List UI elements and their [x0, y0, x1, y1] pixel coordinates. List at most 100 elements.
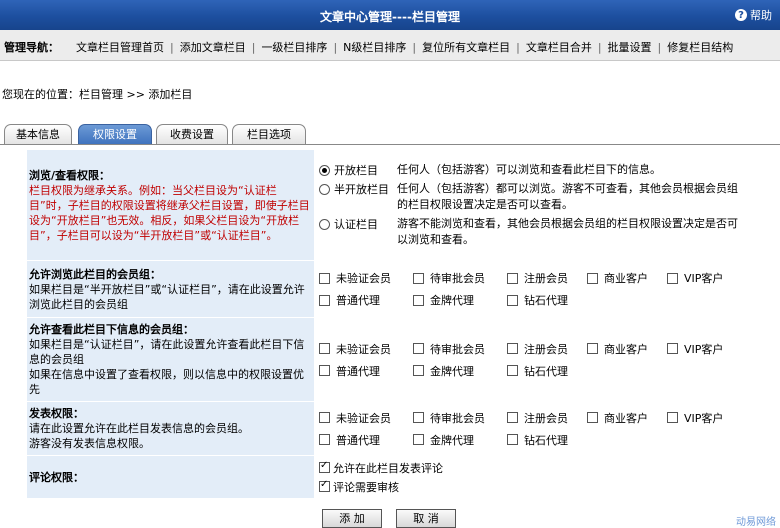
checkbox-gold-agent[interactable]: 金牌代理: [413, 292, 507, 308]
checkbox-diamond-agent[interactable]: 钻石代理: [507, 432, 587, 448]
checkbox-label: 未验证会员: [336, 272, 391, 285]
tab-divider: [0, 144, 780, 145]
tab-basic-info[interactable]: 基本信息: [4, 124, 72, 144]
checkbox-gold-agent[interactable]: 金牌代理: [413, 363, 507, 379]
browse-groups-desc: 如果栏目是“半开放栏目”或“认证栏目”，请在此设置允许浏览此栏目的会员组: [29, 282, 305, 311]
checkbox-label: 评论需要审核: [333, 480, 399, 494]
checkbox-box: [667, 412, 678, 423]
checkbox-box: [319, 460, 330, 473]
browse-groups-checkboxes: 未验证会员 待审批会员 注册会员 商业客户 VIP客户 普通代理 金牌代理 钻石…: [314, 260, 752, 318]
form-row-browse-groups: 允许浏览此栏目的会员组： 如果栏目是“半开放栏目”或“认证栏目”，请在此设置允许…: [26, 260, 752, 318]
view-permission-label-cell: 浏览/查看权限： 栏目权限为继承关系。例如：当父栏目设为“认证栏目”时，子栏目的…: [26, 149, 315, 261]
checkbox-vip-customer[interactable]: VIP客户: [667, 270, 747, 286]
checkbox-regular-agent[interactable]: 普通代理: [319, 363, 413, 379]
checkbox-box: [507, 412, 518, 423]
checkbox-pending-member[interactable]: 待审批会员: [413, 341, 507, 357]
checkbox-gold-agent[interactable]: 金牌代理: [413, 432, 507, 448]
nav-separator: |: [251, 41, 256, 54]
checkbox-box: [319, 294, 330, 306]
post-groups-checkboxes: 未验证会员 待审批会员 注册会员 商业客户 VIP客户 普通代理 金牌代理 钻石…: [314, 401, 752, 456]
checkbox-label: 钻石代理: [524, 433, 568, 447]
nav-separator: |: [597, 41, 602, 54]
checkbox-box: [319, 343, 330, 354]
post-groups-label-cell: 发表权限： 请在此设置允许在此栏目发表信息的会员组。 游客没有发表信息权限。: [26, 401, 315, 456]
radio-open-column[interactable]: [319, 164, 330, 176]
view-groups-label-cell: 允许查看此栏目下信息的会员组： 如果栏目是“认证栏目”，请在此设置允许查看此栏目…: [26, 317, 315, 402]
checkbox-pending-member[interactable]: 待审批会员: [413, 270, 507, 286]
tab-bar: 基本信息 权限设置 收费设置 栏目选项: [0, 124, 780, 144]
checkbox-label: 未验证会员: [336, 342, 391, 356]
view-groups-title: 允许查看此栏目下信息的会员组：: [29, 323, 194, 336]
nav-link-merge[interactable]: 文章栏目合并: [526, 41, 592, 54]
watermark: 动易网络: [736, 517, 776, 528]
checkbox-business-customer[interactable]: 商业客户: [587, 270, 667, 286]
breadcrumb: 您现在的位置：栏目管理 >> 添加栏目: [2, 88, 193, 101]
checkbox-unverified-member[interactable]: 未验证会员: [319, 270, 413, 286]
checkbox-box: [413, 272, 424, 284]
nav-link-home[interactable]: 文章栏目管理首页: [76, 41, 164, 54]
nav-link-add-column[interactable]: 添加文章栏目: [180, 41, 246, 54]
add-button[interactable]: 添 加: [322, 509, 382, 528]
checkbox-label: 普通代理: [336, 433, 380, 447]
checkbox-registered-member[interactable]: 注册会员: [507, 270, 587, 286]
checkbox-unverified-member[interactable]: 未验证会员: [319, 341, 413, 357]
checkbox-regular-agent[interactable]: 普通代理: [319, 292, 413, 308]
radio-certified-column-label: 认证栏目: [334, 218, 378, 231]
checkbox-box: [507, 434, 518, 445]
checkbox-unverified-member[interactable]: 未验证会员: [319, 410, 413, 426]
checkbox-vip-customer[interactable]: VIP客户: [667, 341, 747, 357]
radio-certified-column[interactable]: [319, 218, 330, 230]
help-icon: ?: [735, 9, 747, 21]
tab-column-options[interactable]: 栏目选项: [232, 124, 306, 144]
view-groups-desc2: 如果在信息中设置了查看权限，则以信息中的权限设置优先: [29, 368, 304, 396]
checkbox-vip-customer[interactable]: VIP客户: [667, 410, 747, 426]
option-semi-open-column: 半开放栏目 任何人（包括游客）都可以浏览。游客不可查看，其他会员根据会员组的栏目…: [319, 181, 747, 213]
checkbox-box: [413, 434, 424, 445]
checkbox-box: [507, 272, 518, 284]
form-row-comment-permission: 评论权限： 允许在此栏目发表评论 评论需要审核: [26, 455, 752, 499]
checkbox-box: [413, 343, 424, 354]
nav-link-top-sort[interactable]: 一级栏目排序: [261, 41, 327, 54]
nav-separator: |: [657, 41, 662, 54]
checkbox-label: 钻石代理: [524, 364, 568, 378]
checkbox-label: 商业客户: [604, 411, 648, 425]
radio-open-column-label: 开放栏目: [334, 164, 378, 177]
form-row-post-groups: 发表权限： 请在此设置允许在此栏目发表信息的会员组。 游客没有发表信息权限。 未…: [26, 401, 752, 456]
checkbox-box: [319, 479, 330, 492]
checkbox-label: 钻石代理: [524, 294, 568, 307]
post-groups-title: 发表权限：: [29, 407, 84, 420]
cancel-button[interactable]: 取 消: [396, 509, 456, 528]
tab-permissions[interactable]: 权限设置: [78, 124, 152, 144]
checkbox-comments-need-review[interactable]: 评论需要审核: [319, 479, 399, 495]
view-permission-title: 浏览/查看权限：: [29, 168, 111, 182]
checkbox-box: [413, 412, 424, 423]
checkbox-diamond-agent[interactable]: 钻石代理: [507, 292, 587, 308]
checkbox-label: VIP客户: [684, 272, 724, 285]
checkbox-label: 商业客户: [604, 272, 648, 285]
checkbox-label: 普通代理: [336, 364, 380, 378]
checkbox-business-customer[interactable]: 商业客户: [587, 341, 667, 357]
help-link[interactable]: ? 帮助: [735, 7, 772, 23]
checkbox-pending-member[interactable]: 待审批会员: [413, 410, 507, 426]
nav-separator: |: [412, 41, 417, 54]
post-groups-desc: 请在此设置允许在此栏目发表信息的会员组。: [29, 422, 249, 435]
tab-fees[interactable]: 收费设置: [156, 124, 228, 144]
checkbox-diamond-agent[interactable]: 钻石代理: [507, 363, 587, 379]
nav-separator: |: [333, 41, 338, 54]
checkbox-label: 普通代理: [336, 294, 380, 307]
open-column-desc: 任何人（包括游客）可以浏览和查看此栏目下的信息。: [397, 163, 661, 176]
checkbox-label: 注册会员: [524, 411, 568, 425]
checkbox-label: 注册会员: [524, 272, 568, 285]
nav-link-repair[interactable]: 修复栏目结构: [667, 41, 733, 54]
checkbox-registered-member[interactable]: 注册会员: [507, 341, 587, 357]
checkbox-registered-member[interactable]: 注册会员: [507, 410, 587, 426]
checkbox-allow-comments[interactable]: 允许在此栏目发表评论: [319, 460, 443, 476]
checkbox-regular-agent[interactable]: 普通代理: [319, 432, 413, 448]
checkbox-business-customer[interactable]: 商业客户: [587, 410, 667, 426]
nav-link-reset[interactable]: 复位所有文章栏目: [422, 41, 510, 54]
nav-link-n-sort[interactable]: N级栏目排序: [343, 41, 406, 54]
nav-link-batch[interactable]: 批量设置: [608, 41, 652, 54]
radio-semi-open-column[interactable]: [319, 183, 330, 195]
view-groups-checkboxes: 未验证会员 待审批会员 注册会员 商业客户 VIP客户 普通代理 金牌代理 钻石…: [314, 317, 752, 402]
checkbox-label: VIP客户: [684, 342, 724, 356]
